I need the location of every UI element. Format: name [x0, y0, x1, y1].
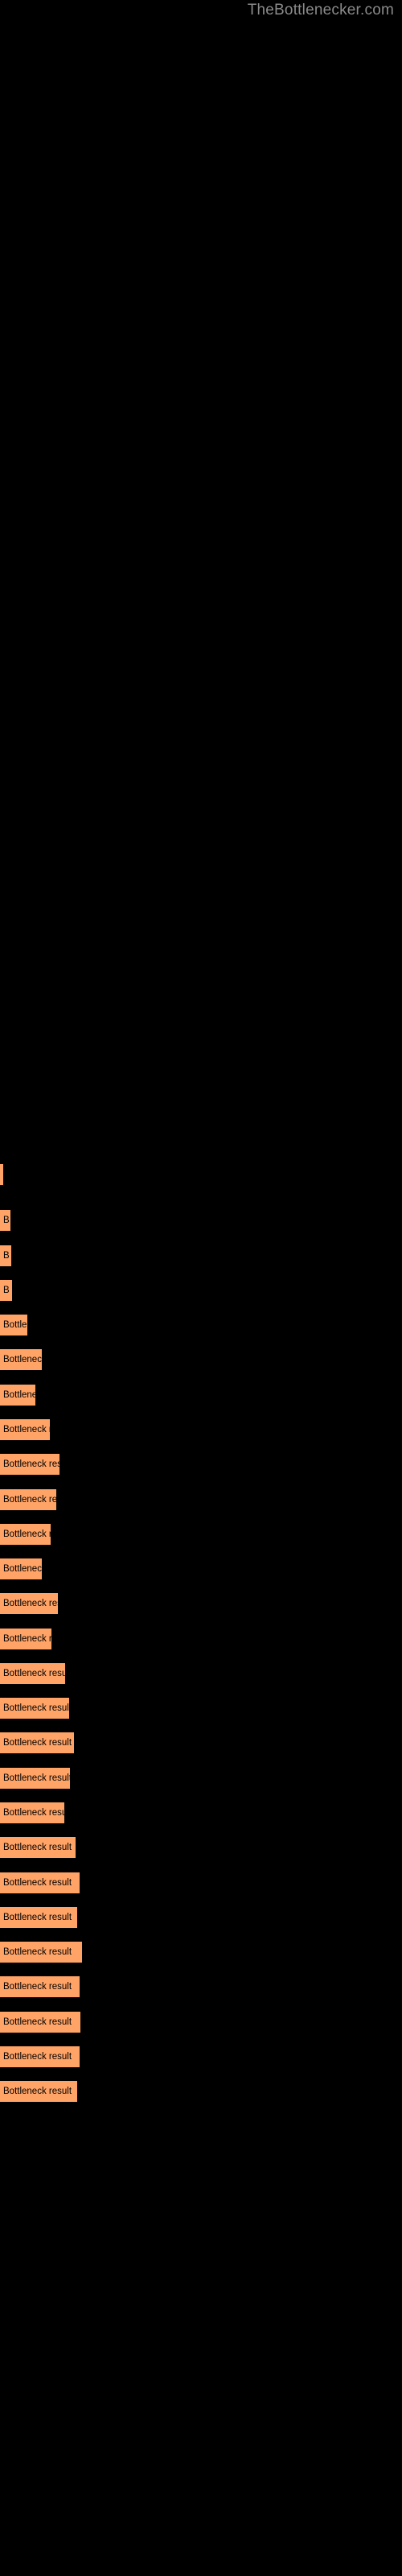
bar-row: Bottleneck re — [0, 1489, 56, 1510]
bar-row: Bottleneck result — [0, 2081, 77, 2102]
bar-row: Bottleneck result — [0, 1872, 80, 1893]
bar: Bottleneck result — [0, 2081, 77, 2102]
bar-row: Bottleneck result — [0, 2046, 80, 2067]
bar: Bottleneck — [0, 1558, 42, 1579]
bar-label: Bottleneck resul — [3, 1459, 59, 1469]
bar: Bottleneck result — [0, 1768, 70, 1789]
bar — [0, 1164, 3, 1185]
bar-label: Bottleneck — [3, 1564, 42, 1574]
bar-label: B — [3, 1216, 10, 1225]
bar-label: Bottleneck result — [3, 1808, 64, 1818]
bar: Bottleneck result — [0, 1593, 58, 1614]
bar: Bottleneck re — [0, 1629, 51, 1649]
bar: Bottleneck result — [0, 1732, 74, 1753]
bar-label: Bottleneck result — [3, 1738, 72, 1748]
bar-row: Bottleneck res — [0, 1524, 51, 1545]
bar-row: Bottlene — [0, 1385, 35, 1406]
bar-row: Bottleneck re — [0, 1629, 51, 1649]
bar: Bottleneck res — [0, 1524, 51, 1545]
bar-row: Bottleneck result — [0, 1942, 82, 1963]
bar: Bottleneck re — [0, 1489, 56, 1510]
bar-label: Bottleneck re — [3, 1634, 51, 1644]
bar-label: Bottleneck result — [3, 1982, 72, 1992]
bar: Bottleneck resul — [0, 1454, 59, 1475]
bar-row: Bottleneck — [0, 1349, 42, 1370]
bar: Bottleneck result — [0, 1872, 80, 1893]
bar-row: B — [0, 1280, 12, 1301]
bar-label: Bottleneck result — [3, 2017, 72, 2027]
bar-label: Bottleneck result — [3, 1669, 65, 1678]
bar: Bottlene — [0, 1385, 35, 1406]
bar-row: Bottleneck result — [0, 1593, 58, 1614]
bar-row — [0, 1164, 3, 1185]
bar: Bottleneck — [0, 1349, 42, 1370]
bar-label: Bottleneck result — [3, 1773, 70, 1783]
bar: Bottleneck result — [0, 1907, 77, 1928]
bar-label: Bottleneck result — [3, 1913, 72, 1922]
bar: Bottleneck result — [0, 1837, 76, 1858]
bar-row: B — [0, 1245, 11, 1266]
bar-label: B — [3, 1286, 10, 1295]
bar-row: Bottler — [0, 1315, 27, 1335]
bar: Bottleneck result — [0, 1698, 69, 1719]
bar-label: Bottleneck result — [3, 1703, 69, 1713]
bar: Bottleneck result — [0, 1802, 64, 1823]
bar-label: Bottleneck res — [3, 1530, 51, 1539]
bar-row: Bottleneck result — [0, 1768, 70, 1789]
bar: Bottleneck result — [0, 1942, 82, 1963]
bar-label: Bottleneck re — [3, 1425, 50, 1435]
bar-label: Bottler — [3, 1320, 27, 1330]
bar-row: Bottleneck re — [0, 1419, 50, 1440]
bar-label: B — [3, 1251, 10, 1261]
bar: Bottleneck result — [0, 2046, 80, 2067]
bar-label: Bottlene — [3, 1390, 35, 1400]
bar-label: Bottleneck result — [3, 2087, 72, 2096]
bar: B — [0, 1210, 10, 1231]
bar-row: B — [0, 1210, 10, 1231]
bar-label: Bottleneck result — [3, 1843, 72, 1852]
bar: Bottleneck result — [0, 1976, 80, 1997]
bar: Bottleneck result — [0, 2012, 80, 2033]
bar: Bottleneck result — [0, 1663, 65, 1684]
bar: Bottleneck re — [0, 1419, 50, 1440]
bar-row: Bottleneck result — [0, 1732, 74, 1753]
bar-label: Bottleneck result — [3, 1878, 72, 1888]
bar: B — [0, 1280, 12, 1301]
bar: B — [0, 1245, 11, 1266]
bar-row: Bottleneck result — [0, 1837, 76, 1858]
bar-label: Bottleneck result — [3, 1599, 58, 1608]
bar-row: Bottleneck result — [0, 1976, 80, 1997]
bar: Bottler — [0, 1315, 27, 1335]
bar-chart-plot: B B B Bottler Bottleneck Bottlene Bottleneck r… — [0, 0, 402, 2576]
bar-row: Bottleneck result — [0, 1698, 69, 1719]
bar-label: Bottleneck result — [3, 2052, 72, 2062]
bar-row: Bottleneck result — [0, 2012, 80, 2033]
bar-row: Bottleneck result — [0, 1663, 65, 1684]
bar-row: Bottleneck result — [0, 1802, 64, 1823]
bar-row: Bottleneck resul — [0, 1454, 59, 1475]
chart-page: TheBottlenecker.com BBBBottlerBottleneck… — [0, 0, 402, 2576]
bar-row: Bottleneck — [0, 1558, 42, 1579]
bar-label: Bottleneck result — [3, 1947, 72, 1957]
bar-label: Bottleneck — [3, 1355, 42, 1364]
bar-label: Bottleneck re — [3, 1495, 56, 1505]
bar-row: Bottleneck result — [0, 1907, 77, 1928]
